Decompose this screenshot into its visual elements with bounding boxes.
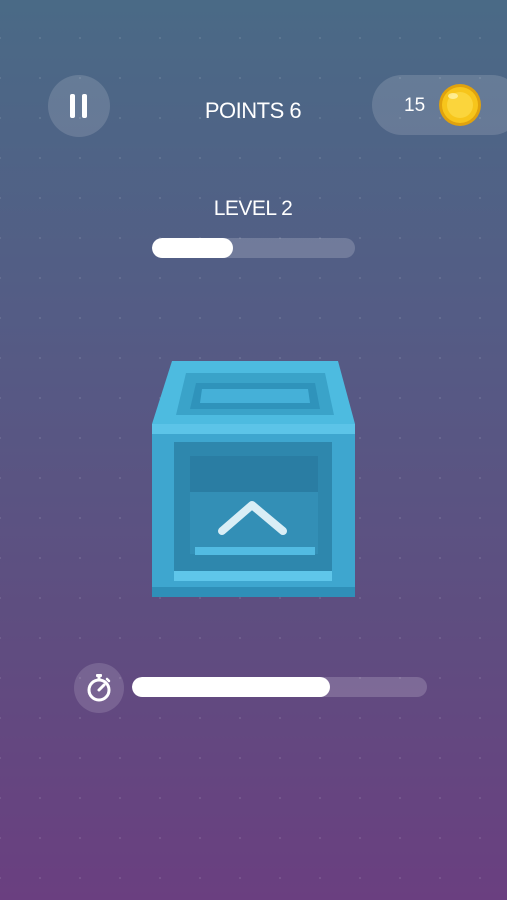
points-label: POINTS 6	[204, 98, 302, 123]
stopwatch-icon	[87, 674, 111, 702]
timer-progress-fill	[132, 677, 330, 697]
timer-progress-bar	[132, 677, 427, 697]
level-progress-bar	[152, 238, 355, 258]
timer-badge	[74, 663, 124, 713]
pause-button[interactable]	[48, 75, 110, 137]
pause-icon	[70, 94, 87, 118]
coin-count: 15	[404, 95, 426, 116]
level-progress-fill	[152, 238, 234, 258]
level-label: LEVEL 2	[213, 197, 293, 220]
coin-panel: 15	[372, 75, 507, 135]
crate[interactable]	[150, 359, 356, 599]
gold-coin-icon	[439, 84, 481, 126]
